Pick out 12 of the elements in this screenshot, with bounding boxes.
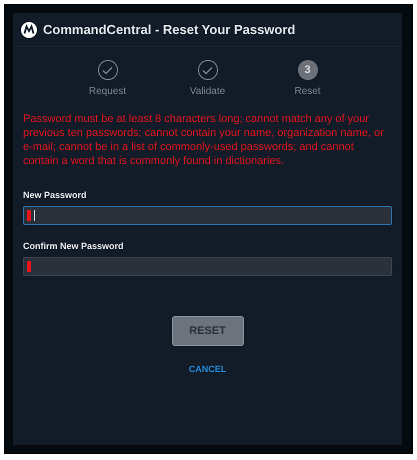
field-label: New Password (23, 190, 88, 200)
password-field[interactable] (23, 206, 392, 225)
logo-icon (21, 22, 37, 38)
cancel-link[interactable]: CANCEL (188, 364, 226, 374)
password-requirements: Password must be at least 8 characters long; cannot match any of your previous ten passwords; cannot contain your name, organization name, or e-mail; cannot be in a list of commonly-used passwords; and cannot contain a word that is commonly found in dictionaries. (23, 112, 385, 168)
field-label: Confirm New Password (23, 241, 125, 251)
password-field[interactable] (23, 257, 392, 276)
step-label: Request (88, 86, 126, 97)
step-label: Validate (190, 86, 226, 97)
step-label: Reset (294, 86, 321, 97)
step-number: 3 (298, 60, 318, 80)
window-title: CommandCentral - Reset Your Password (43, 22, 296, 37)
